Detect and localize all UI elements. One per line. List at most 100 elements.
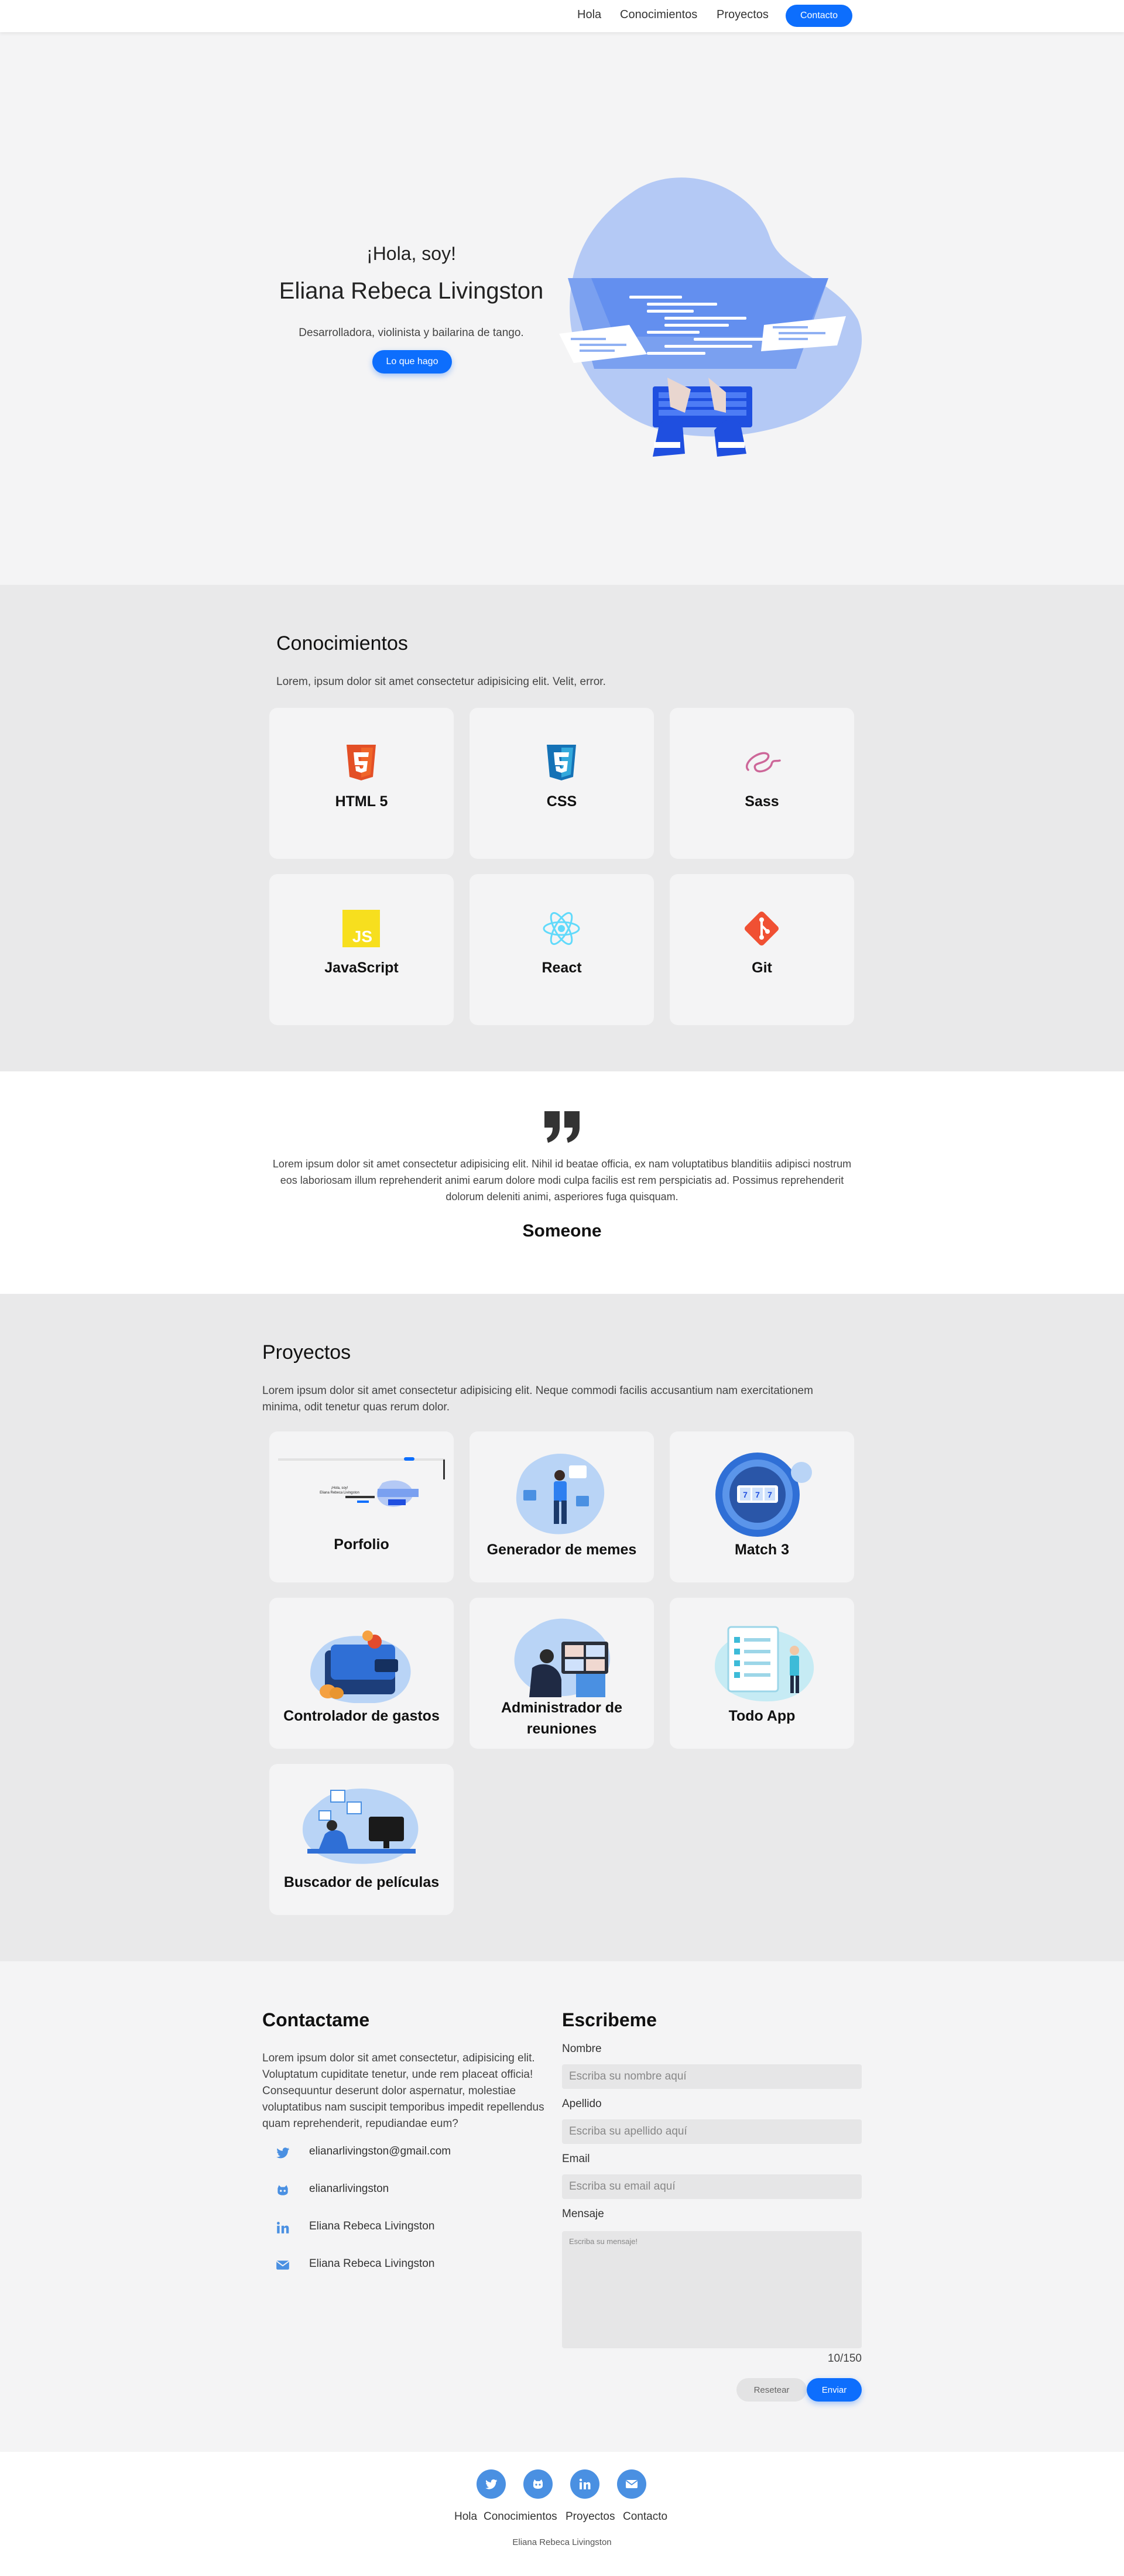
svg-text:7: 7 xyxy=(755,1490,760,1499)
project-card-movie-finder[interactable]: Buscador de películas xyxy=(269,1764,454,1915)
portfolio-thumb-greet: ¡Hola, soy! xyxy=(331,1486,348,1490)
reset-button[interactable]: Resetear xyxy=(736,2378,807,2402)
project-card-meme-generator[interactable]: Generador de memes xyxy=(470,1431,654,1582)
linkedin-icon xyxy=(277,2222,289,2234)
project-label: Administrador de reuniones xyxy=(501,1700,622,1737)
footer-copyright: Eliana Rebeca Livingston xyxy=(512,2537,612,2547)
project-label: Porfolio xyxy=(334,1536,389,1553)
svg-text:7: 7 xyxy=(743,1490,748,1499)
hero-coding-illustration xyxy=(559,177,862,457)
html5-icon xyxy=(347,745,376,780)
hero-greeting: ¡Hola, soy! xyxy=(366,243,456,264)
footer-mail-button[interactable] xyxy=(617,2469,646,2499)
project-card-portfolio[interactable]: ¡Hola, soy! Eliana Rebeca Livingston Por… xyxy=(269,1431,454,1582)
project-card-meetings-admin[interactable]: Administrador de reuniones xyxy=(470,1598,654,1749)
send-button[interactable]: Enviar xyxy=(807,2378,862,2402)
project-card-todo-app[interactable]: Todo App xyxy=(670,1598,854,1749)
message-textarea[interactable] xyxy=(562,2231,862,2348)
surname-input[interactable] xyxy=(562,2119,862,2144)
skill-label: Sass xyxy=(745,793,779,810)
testimonial-section: Lorem ipsum dolor sit amet consectetur a… xyxy=(0,1071,1124,1294)
hero-section: ¡Hola, soy! Eliana Rebeca Livingston Des… xyxy=(0,32,1124,585)
twitter-icon xyxy=(485,2479,498,2489)
contact-email: elianarlivingston@gmail.com xyxy=(309,2145,451,2157)
git-icon xyxy=(744,911,779,946)
skills-section: Conocimientos Lorem, ipsum dolor sit ame… xyxy=(0,585,1124,1071)
skill-label: CSS xyxy=(546,793,577,810)
nav-link-proyectos[interactable]: Proyectos xyxy=(717,8,769,22)
nav-link-conocimientos[interactable]: Conocimientos xyxy=(620,8,697,22)
skill-card-react: React xyxy=(470,874,654,1025)
skill-label: Git xyxy=(752,960,772,976)
sass-icon xyxy=(746,752,781,773)
svg-text:JS: JS xyxy=(352,927,372,946)
surname-label: Apellido xyxy=(562,2098,602,2110)
mail-icon xyxy=(276,2260,289,2270)
project-label: Todo App xyxy=(728,1708,796,1724)
message-label: Mensaje xyxy=(562,2208,604,2220)
css3-icon xyxy=(547,745,576,780)
expense-wallet-illustration xyxy=(310,1630,411,1703)
skill-card-html5: HTML 5 xyxy=(269,708,454,859)
skill-label: React xyxy=(542,960,582,976)
todo-checklist-illustration xyxy=(714,1626,814,1702)
skill-label: JavaScript xyxy=(324,960,399,976)
github-icon xyxy=(277,2185,288,2195)
contact-section: Contactame Lorem ipsum dolor sit amet co… xyxy=(0,1961,1124,2452)
skill-card-javascript: JS JavaScript xyxy=(269,874,454,1025)
footer-twitter-button[interactable] xyxy=(477,2469,506,2499)
projects-section: Proyectos Lorem ipsum dolor sit amet con… xyxy=(0,1294,1124,1961)
match3-slot-illustration: 7 7 7 xyxy=(715,1453,812,1537)
name-label: Nombre xyxy=(562,2043,602,2055)
svg-text:7: 7 xyxy=(767,1490,772,1499)
skills-title: Conocimientos xyxy=(276,632,408,655)
hero-name: Eliana Rebeca Livingston xyxy=(279,278,544,304)
hero-description: Desarrolladora, violinista y bailarina d… xyxy=(299,327,524,339)
footer-linkedin-button[interactable] xyxy=(570,2469,599,2499)
project-label: Controlador de gastos xyxy=(283,1708,440,1724)
contact-linkedin: Eliana Rebeca Livingston xyxy=(309,2220,435,2232)
project-label: Match 3 xyxy=(734,1542,790,1558)
skills-description: Lorem, ipsum dolor sit amet consectetur … xyxy=(276,676,606,688)
skill-label: HTML 5 xyxy=(335,793,388,810)
footer-link-conocimientos[interactable]: Conocimientos xyxy=(484,2510,557,2523)
form-title: Escribeme xyxy=(562,2009,657,2030)
movie-finder-illustration xyxy=(302,1789,419,1864)
projects-description: Lorem ipsum dolor sit amet consectetur a… xyxy=(262,1385,813,1413)
footer-link-hola[interactable]: Hola xyxy=(454,2510,477,2523)
portfolio-thumb-name: Eliana Rebeca Livingston xyxy=(320,1491,359,1495)
react-icon xyxy=(543,912,580,946)
mail-icon xyxy=(625,2480,638,2488)
contact-title: Contactame xyxy=(262,2009,370,2030)
footer-link-contacto[interactable]: Contacto xyxy=(623,2510,667,2523)
twitter-icon xyxy=(276,2147,290,2159)
email-input[interactable] xyxy=(562,2174,862,2199)
meetings-illustration xyxy=(514,1618,611,1697)
nav-contact-button[interactable]: Contacto xyxy=(786,5,852,27)
name-input[interactable] xyxy=(562,2064,862,2089)
footer: Hola Conocimientos Proyectos Contacto El… xyxy=(0,2452,1124,2576)
contact-description: Lorem ipsum dolor sit amet consectetur, … xyxy=(262,2052,544,2130)
quote-icon xyxy=(544,1111,580,1143)
project-card-match3[interactable]: 7 7 7 Match 3 xyxy=(670,1431,854,1582)
hero-cta-button[interactable]: Lo que hago xyxy=(372,350,452,374)
quote-author: Someone xyxy=(522,1221,602,1241)
footer-link-proyectos[interactable]: Proyectos xyxy=(566,2510,615,2523)
project-card-expense-controller[interactable]: Controlador de gastos xyxy=(269,1598,454,1749)
javascript-icon: JS xyxy=(342,910,380,947)
quote-text: Lorem ipsum dolor sit amet consectetur a… xyxy=(272,1158,852,1203)
nav-link-hola[interactable]: Hola xyxy=(577,8,601,22)
projects-title: Proyectos xyxy=(262,1341,351,1364)
email-label: Email xyxy=(562,2153,590,2165)
project-label: Generador de memes xyxy=(486,1542,637,1558)
github-icon xyxy=(533,2479,543,2489)
meme-generator-illustration xyxy=(516,1453,605,1534)
top-navbar: Hola Conocimientos Proyectos Contacto xyxy=(0,0,1124,32)
skill-card-git: Git xyxy=(670,874,854,1025)
project-label: Buscador de películas xyxy=(283,1874,440,1890)
message-char-counter: 10/150 xyxy=(827,2352,862,2365)
footer-github-button[interactable] xyxy=(523,2469,553,2499)
skill-card-css: CSS xyxy=(470,708,654,859)
skill-card-sass: Sass xyxy=(670,708,854,859)
linkedin-icon xyxy=(579,2478,591,2489)
